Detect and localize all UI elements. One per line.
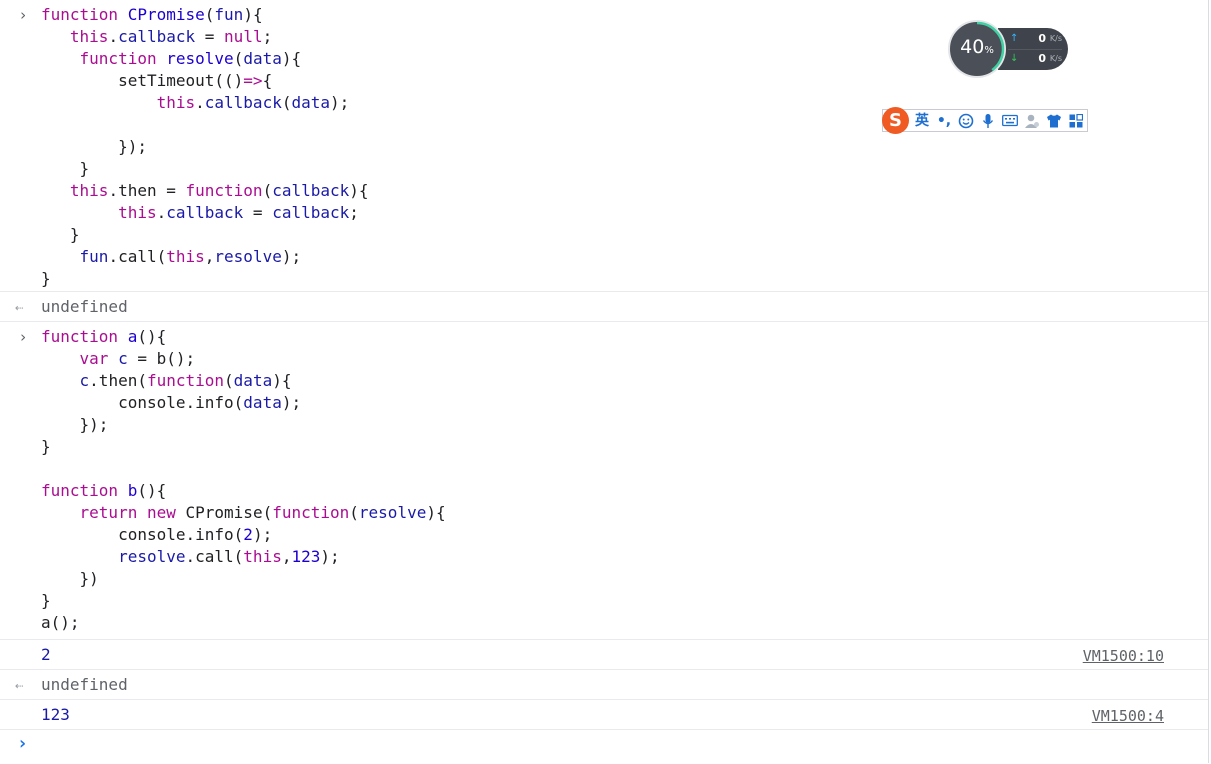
console-input-block: › function a(){ var c = b(); c.then(func… bbox=[0, 322, 1208, 640]
microphone-icon[interactable] bbox=[979, 111, 997, 131]
upload-arrow-icon: ↑ bbox=[1010, 33, 1019, 44]
console-prompt[interactable]: › bbox=[0, 730, 1208, 764]
network-speed-panel: ↑ 0 K/s ↓ 0 K/s bbox=[998, 28, 1068, 70]
skin-shirt-icon[interactable] bbox=[1045, 111, 1063, 131]
log-value: 2 bbox=[41, 645, 51, 664]
result-value: undefined bbox=[41, 297, 128, 316]
source-link[interactable]: VM1500:10 bbox=[1083, 645, 1164, 667]
source-link[interactable]: VM1500:4 bbox=[1092, 705, 1164, 727]
sogou-logo-icon[interactable]: S bbox=[882, 107, 909, 134]
keyboard-icon[interactable] bbox=[1001, 111, 1019, 131]
scrollbar[interactable] bbox=[1208, 0, 1209, 763]
language-toggle[interactable]: 英 bbox=[913, 111, 931, 131]
chevron-right-icon: › bbox=[18, 328, 28, 346]
user-icon[interactable] bbox=[1023, 111, 1041, 131]
emoji-icon[interactable] bbox=[957, 111, 975, 131]
log-value: 123 bbox=[41, 705, 70, 724]
grid-icon[interactable] bbox=[1067, 111, 1085, 131]
prompt-caret-icon: › bbox=[17, 733, 28, 754]
download-arrow-icon: ↓ bbox=[1010, 53, 1019, 64]
console-result-row: ⇠ undefined bbox=[0, 292, 1208, 322]
console-log-row: 2 VM1500:10 bbox=[0, 640, 1208, 670]
network-meter-widget[interactable]: ↑ 0 K/s ↓ 0 K/s 40% bbox=[948, 20, 1070, 80]
console-result-row: ⇠ undefined bbox=[0, 670, 1208, 700]
result-value: undefined bbox=[41, 675, 128, 694]
upload-speed: ↑ 0 K/s bbox=[1010, 30, 1066, 48]
punctuation-toggle[interactable]: •, bbox=[935, 111, 953, 131]
return-arrow-icon: ⇠ bbox=[15, 678, 24, 694]
console-log-row: 123 VM1500:4 bbox=[0, 700, 1208, 730]
download-speed: ↓ 0 K/s bbox=[1010, 50, 1066, 68]
return-arrow-icon: ⇠ bbox=[15, 300, 24, 316]
cpu-percent: 40% bbox=[960, 36, 994, 58]
chevron-right-icon: › bbox=[18, 6, 28, 24]
ime-toolbar[interactable]: S 英 •, bbox=[882, 107, 1088, 134]
code-input[interactable]: function a(){ var c = b(); c.then(functi… bbox=[0, 322, 1208, 638]
